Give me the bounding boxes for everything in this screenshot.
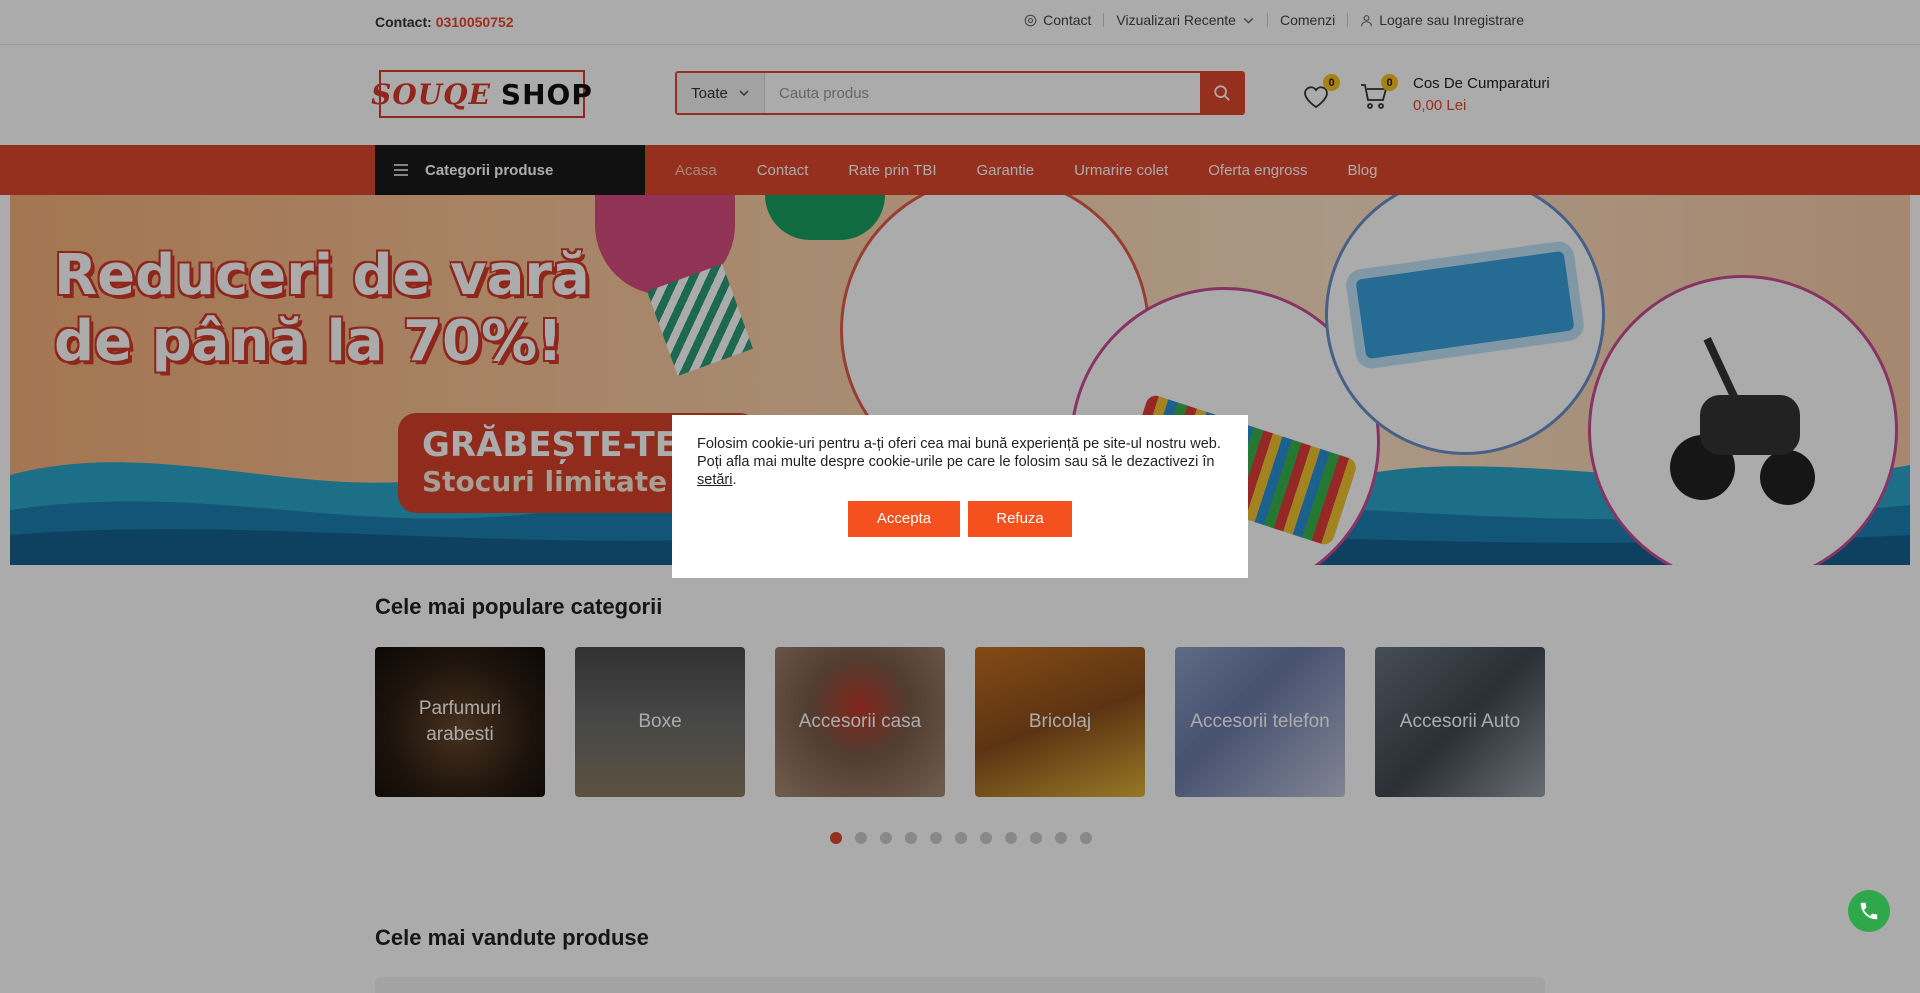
cookie-settings-link[interactable]: setări	[697, 472, 732, 488]
call-button[interactable]	[1848, 890, 1890, 932]
cookie-text-prefix: Poți afla mai multe despre cookie-urile …	[697, 454, 1215, 470]
cookie-consent-dialog: Folosim cookie-uri pentru a-ți oferi cea…	[672, 415, 1248, 578]
phone-icon	[1860, 902, 1878, 920]
accept-cookies-button[interactable]: Accepta	[848, 501, 960, 537]
cookie-text-line1: Folosim cookie-uri pentru a-ți oferi cea…	[697, 436, 1221, 452]
cookie-text-line2: Poți afla mai multe despre cookie-urile …	[697, 454, 1215, 488]
refuse-cookies-button[interactable]: Refuza	[968, 501, 1072, 537]
cookie-buttons: Accepta Refuza	[697, 501, 1223, 537]
